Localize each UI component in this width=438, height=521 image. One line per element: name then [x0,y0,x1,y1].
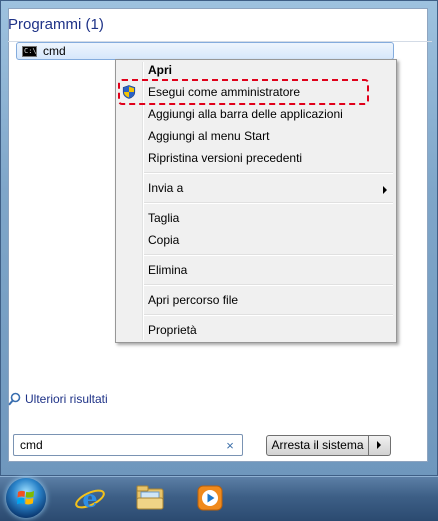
svg-text:e: e [82,484,97,513]
command-prompt-icon: C:\ [22,45,37,57]
more-results-label: Ulteriori risultati [25,392,108,406]
search-icon [8,392,21,406]
programs-group-title: Programmi (1) [8,16,104,33]
shutdown-button[interactable]: Arresta il sistema [266,435,369,456]
windows-explorer-icon[interactable] [132,480,168,516]
menu-item-pin-start[interactable]: Aggiungi al menu Start [148,127,269,145]
internet-explorer-icon[interactable]: e [72,480,108,516]
clear-search-icon[interactable]: × [222,438,238,453]
menu-separator [144,284,393,286]
search-result-label: cmd [43,44,66,58]
menu-item-copy[interactable]: Copia [148,231,179,249]
menu-item-delete[interactable]: Elimina [148,261,187,279]
menu-item-restore-versions[interactable]: Ripristina versioni precedenti [148,149,302,167]
media-player-icon[interactable] [192,480,228,516]
menu-item-properties[interactable]: Proprietà [148,321,197,339]
search-input[interactable] [14,436,222,454]
menu-item-cut[interactable]: Taglia [148,209,179,227]
menu-item-open[interactable]: Apri [148,61,172,79]
menu-separator [144,172,393,174]
submenu-arrow-icon [383,186,387,194]
shutdown-options-button[interactable] [369,435,391,456]
menu-item-send-to[interactable]: Invia a [148,179,183,197]
more-results-link[interactable]: Ulteriori risultati [8,392,108,406]
search-field[interactable]: × [13,434,243,456]
chevron-right-icon [377,441,381,449]
menu-separator [144,202,393,204]
menu-separator [144,314,393,316]
menu-item-open-location[interactable]: Apri percorso file [148,291,238,309]
menu-separator [144,254,393,256]
menu-item-pin-taskbar[interactable]: Aggiungi alla barra delle applicazioni [148,105,343,123]
start-orb-icon[interactable] [6,478,46,518]
windows-logo-icon [17,490,34,505]
run-as-admin-highlight [118,79,369,105]
search-result-cmd[interactable]: C:\ cmd [16,42,394,60]
